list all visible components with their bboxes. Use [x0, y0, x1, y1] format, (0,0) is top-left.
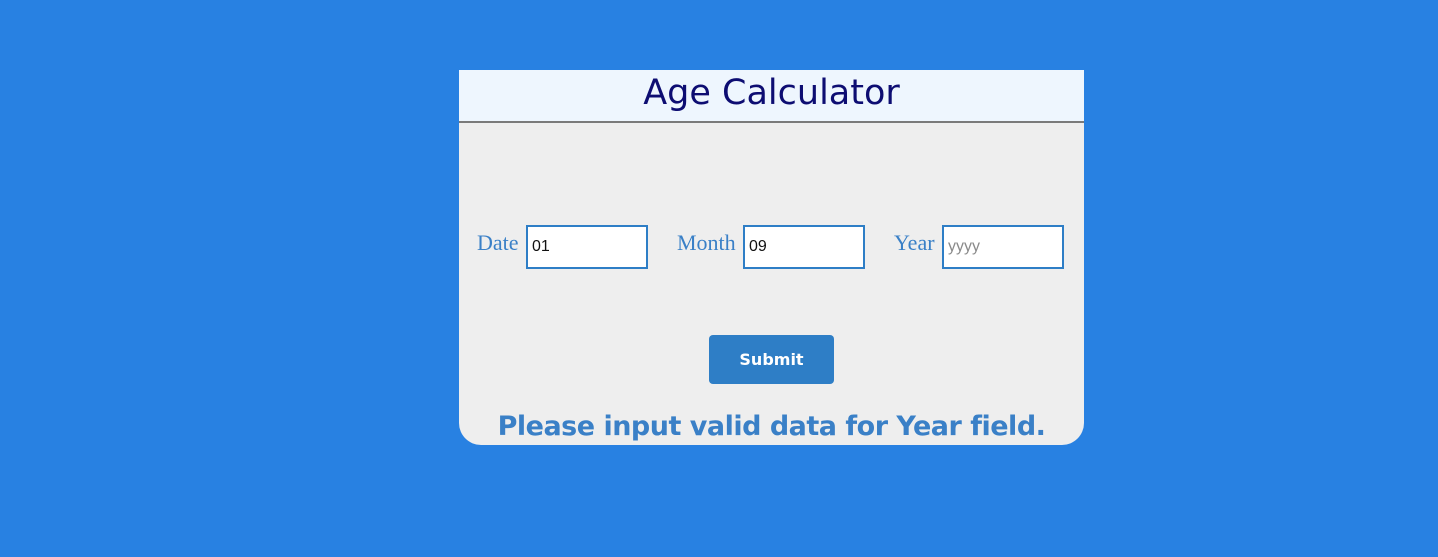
page-background: { "title": "Age Calculator", "fields": {… [0, 0, 1438, 557]
submit-button[interactable]: Submit [709, 335, 834, 384]
error-message: Please input valid data for Year field. [497, 411, 1046, 442]
month-input[interactable] [743, 225, 865, 269]
date-label: Date [477, 230, 519, 255]
month-label: Month [677, 230, 736, 255]
date-input[interactable] [526, 225, 648, 269]
year-input[interactable] [942, 225, 1064, 269]
age-calculator-card: Age Calculator Date Month Year Submit Pl… [459, 70, 1084, 445]
year-label: Year [894, 230, 935, 255]
page-title: Age Calculator [459, 70, 1084, 123]
